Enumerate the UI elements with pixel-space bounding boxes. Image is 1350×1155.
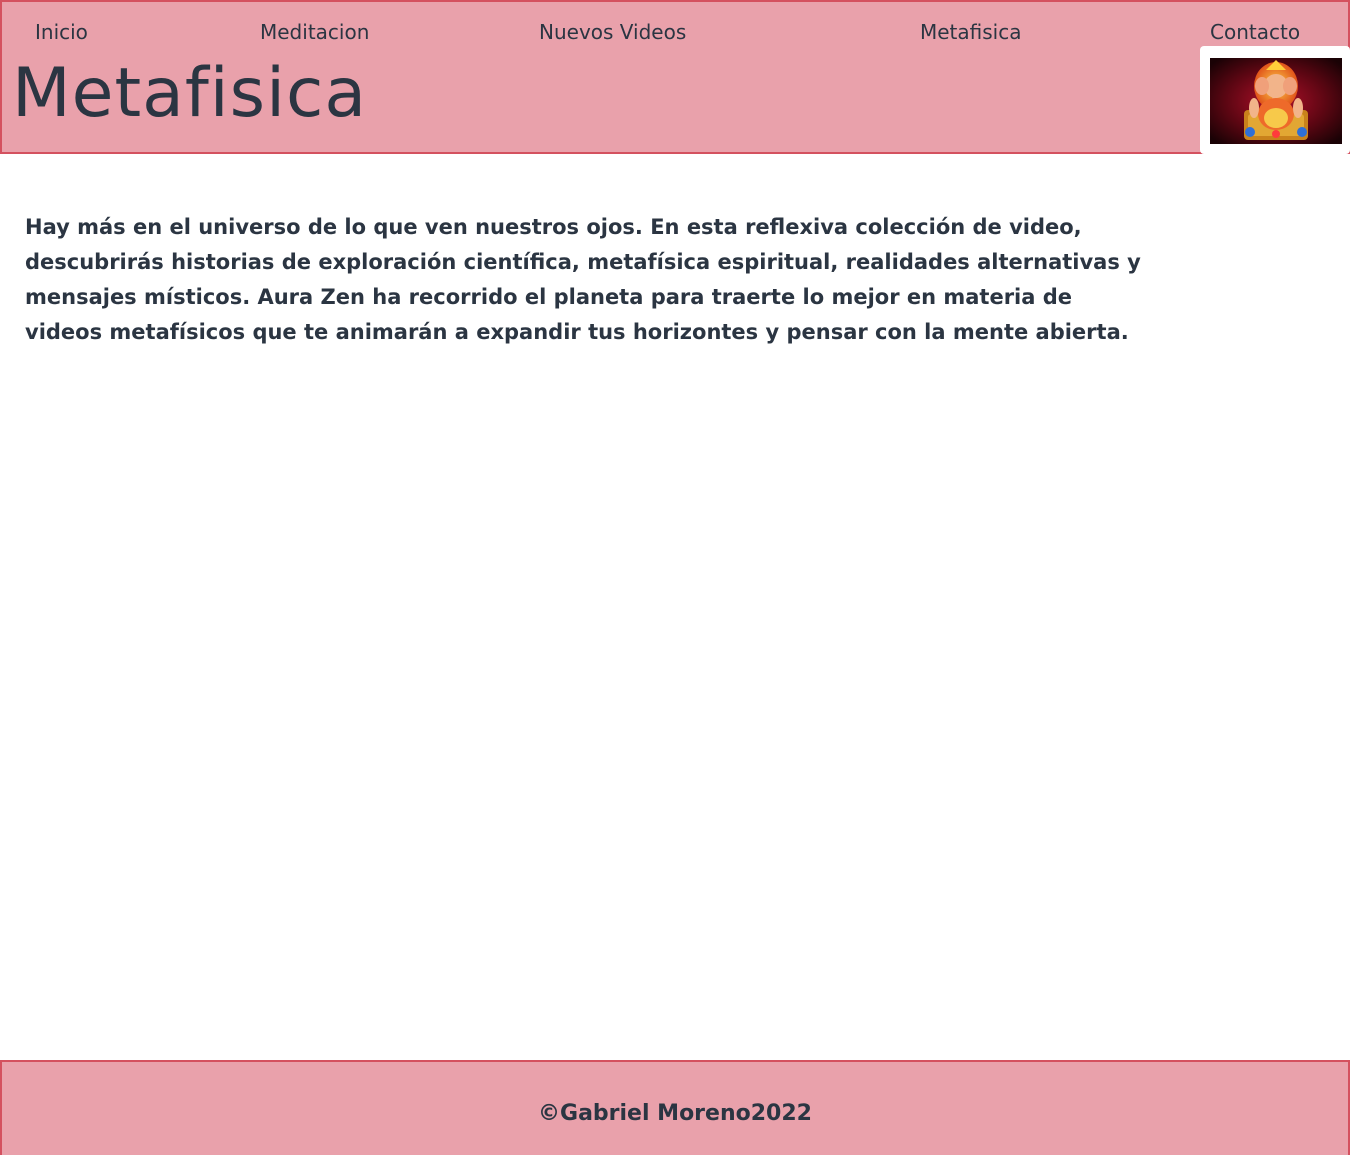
nav-link-contacto[interactable]: Contacto <box>1210 20 1300 44</box>
nav-link-metafisica[interactable]: Metafisica <box>920 20 1021 44</box>
ganesha-image <box>1210 58 1342 144</box>
intro-paragraph: Hay más en el universo de lo que ven nue… <box>25 215 1141 344</box>
copyright-text: ©Gabriel Moreno2022 <box>538 1101 812 1126</box>
logo-frame <box>1200 46 1350 154</box>
nav-link-inicio[interactable]: Inicio <box>35 20 88 44</box>
page-title: Metafisica <box>12 54 368 133</box>
nav-link-nuevos-videos[interactable]: Nuevos Videos <box>539 20 686 44</box>
site-footer: ©Gabriel Moreno2022 <box>0 1060 1350 1155</box>
nav-link-meditacion[interactable]: Meditacion <box>260 20 369 44</box>
site-header: Inicio Meditacion Nuevos Videos Metafisi… <box>0 0 1350 154</box>
